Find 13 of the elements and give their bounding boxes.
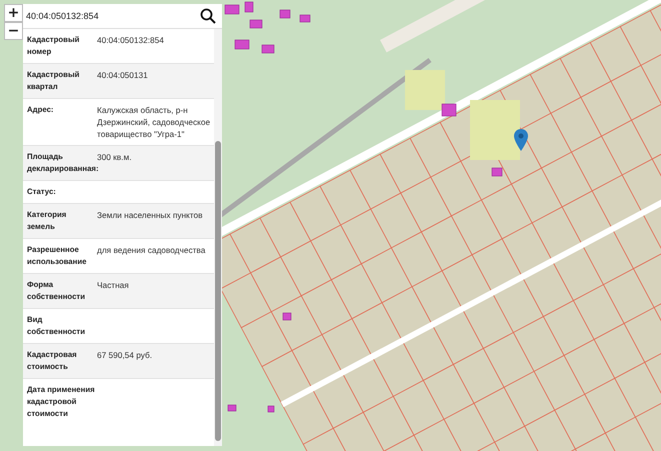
search-field[interactable]: 40:04:050132:854 [26, 11, 200, 21]
field-value: 40:04:050132:854 [96, 34, 165, 47]
field-value: Калужская область, р-н Дзержинский, садоводческое товарищество "Угра-1" [96, 104, 211, 140]
field-value: Частная [96, 279, 130, 292]
scrollbar[interactable] [214, 29, 222, 446]
map-pin-icon[interactable] [514, 129, 528, 151]
field-value: 67 590,54 руб. [96, 349, 154, 362]
field-value: Земли населенных пунктов [96, 209, 204, 222]
zoom-out-button[interactable]: − [4, 22, 23, 40]
field-value: для ведения садоводчества [96, 244, 206, 257]
zoom-in-button[interactable]: + [4, 4, 23, 22]
field-value: 40:04:050131 [96, 69, 149, 82]
search-icon[interactable] [200, 8, 216, 24]
